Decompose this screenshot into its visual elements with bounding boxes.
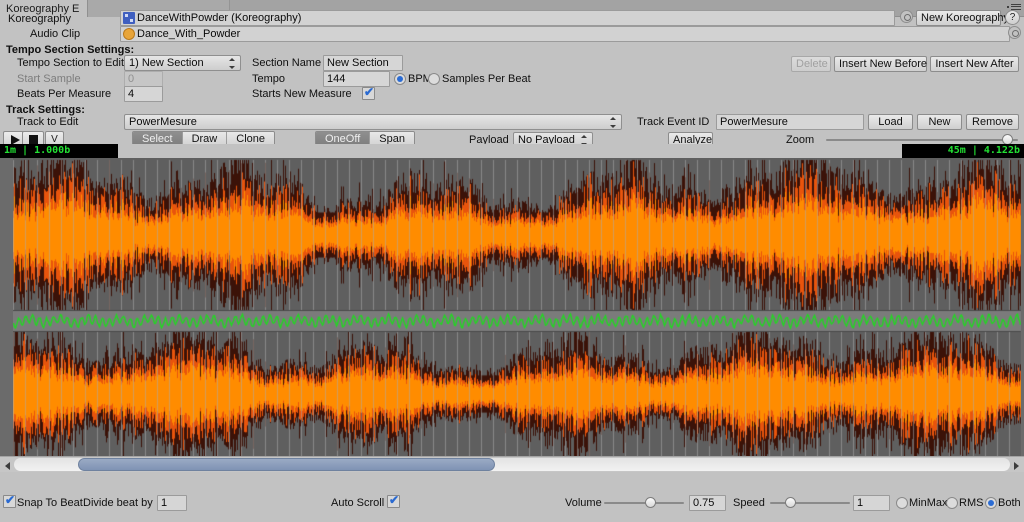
scroll-left-icon[interactable]	[0, 457, 14, 472]
speed-slider-track	[770, 502, 850, 504]
tempo-section-to-edit-dropdown[interactable]: 1) New Section	[124, 55, 241, 71]
start-sample-input: 0	[124, 71, 163, 87]
waveform-left-gutter	[0, 158, 13, 456]
auto-scroll-label: Auto Scroll	[331, 497, 385, 509]
koreography-editor-window: Koreography E Koreography DanceWithPowde…	[0, 0, 1024, 522]
remove-track-button[interactable]: Remove	[966, 114, 1019, 130]
divide-beat-by-input[interactable]: 1	[157, 495, 187, 511]
new-koreography-button[interactable]: New Koreography	[916, 10, 1009, 26]
waveform-time-start: 1m | 1.000b	[0, 144, 118, 158]
bottom-toolbar: Snap To Beat Divide beat by 1 Auto Scrol…	[0, 488, 1024, 522]
tempo-input[interactable]: 144	[323, 71, 390, 87]
beats-per-measure-input[interactable]: 4	[124, 86, 163, 102]
waveform-time-end: 45m | 4.122b	[902, 144, 1024, 158]
scroll-right-icon[interactable]	[1010, 457, 1024, 472]
new-track-button[interactable]: New	[917, 114, 962, 130]
track-event-id-input[interactable]: PowerMesure	[716, 114, 864, 130]
koreography-object-field[interactable]: DanceWithPowder (Koreography)	[120, 10, 895, 26]
speed-slider[interactable]	[770, 496, 850, 510]
volume-slider[interactable]	[604, 496, 684, 510]
snap-to-beat-checkbox[interactable]	[3, 493, 16, 508]
insert-new-before-button[interactable]: Insert New Before	[834, 56, 927, 72]
zoom-slider-track	[826, 139, 1018, 141]
section-name-input[interactable]: New Section	[323, 55, 403, 71]
track-to-edit-dropdown[interactable]: PowerMesure	[124, 114, 622, 130]
rms-label: RMS	[959, 497, 984, 509]
speed-slider-knob[interactable]	[785, 497, 797, 508]
volume-slider-track	[604, 502, 684, 504]
delete-section-button[interactable]: Delete	[791, 56, 831, 72]
chevron-updown-icon	[610, 117, 617, 128]
koreography-object-picker-icon[interactable]	[900, 10, 913, 23]
samples-per-beat-label: Samples Per Beat	[442, 73, 531, 85]
volume-slider-knob[interactable]	[645, 497, 657, 508]
both-label: Both	[998, 497, 1021, 509]
audio-clip-label: Audio Clip	[30, 28, 81, 40]
chevron-updown-icon	[229, 58, 236, 69]
track-to-edit-label: Track to Edit	[17, 116, 79, 128]
track-event-id-label: Track Event ID	[637, 116, 710, 128]
radio-samples-per-beat[interactable]	[428, 73, 440, 85]
speed-label: Speed	[733, 497, 765, 509]
stop-icon	[29, 135, 38, 144]
radio-both[interactable]	[985, 497, 997, 509]
load-track-button[interactable]: Load	[868, 114, 913, 130]
start-sample-label: Start Sample	[17, 73, 81, 85]
audio-clip-icon	[123, 28, 135, 40]
section-name-label: Section Name	[252, 57, 322, 69]
minmax-label: MinMax	[909, 497, 948, 509]
snap-to-beat-label: Snap To Beat	[17, 497, 83, 509]
scriptable-object-icon	[123, 12, 135, 24]
auto-scroll-checkbox[interactable]	[387, 493, 400, 508]
audio-clip-object-field[interactable]: Dance_With_Powder	[120, 26, 1010, 42]
starts-new-measure-checkbox[interactable]	[362, 85, 375, 100]
insert-new-after-button[interactable]: Insert New After	[930, 56, 1019, 72]
divide-beat-by-label: Divide beat by	[83, 497, 153, 509]
speed-input[interactable]: 1	[853, 495, 890, 511]
beats-per-measure-label: Beats Per Measure	[17, 88, 112, 100]
starts-new-measure-label: Starts New Measure	[252, 88, 352, 100]
radio-minmax[interactable]	[896, 497, 908, 509]
waveform-horizontal-scrollbar[interactable]	[0, 456, 1024, 472]
waveform-display[interactable]	[0, 158, 1024, 456]
koreography-object-value: DanceWithPowder (Koreography)	[137, 12, 302, 24]
radio-rms[interactable]	[946, 497, 958, 509]
scrollbar-thumb[interactable]	[77, 458, 495, 471]
radio-bpm[interactable]	[394, 73, 406, 85]
audio-clip-object-picker-icon[interactable]	[1008, 26, 1021, 39]
volume-input[interactable]: 0.75	[689, 495, 726, 511]
audio-clip-value: Dance_With_Powder	[137, 28, 241, 40]
volume-label: Volume	[565, 497, 602, 509]
koreography-label: Koreography	[8, 13, 71, 25]
tempo-label: Tempo	[252, 73, 286, 85]
waveform-panel[interactable]: 1m | 1.000b 45m | 4.122b	[0, 144, 1024, 472]
tempo-section-to-edit-label: Tempo Section to Edit	[17, 57, 125, 69]
track-to-edit-value: PowerMesure	[129, 116, 197, 128]
waveform-ruler-bar: 1m | 1.000b 45m | 4.122b	[0, 144, 1024, 158]
help-icon[interactable]: ?	[1005, 10, 1020, 25]
tempo-section-to-edit-value: 1) New Section	[129, 57, 204, 69]
